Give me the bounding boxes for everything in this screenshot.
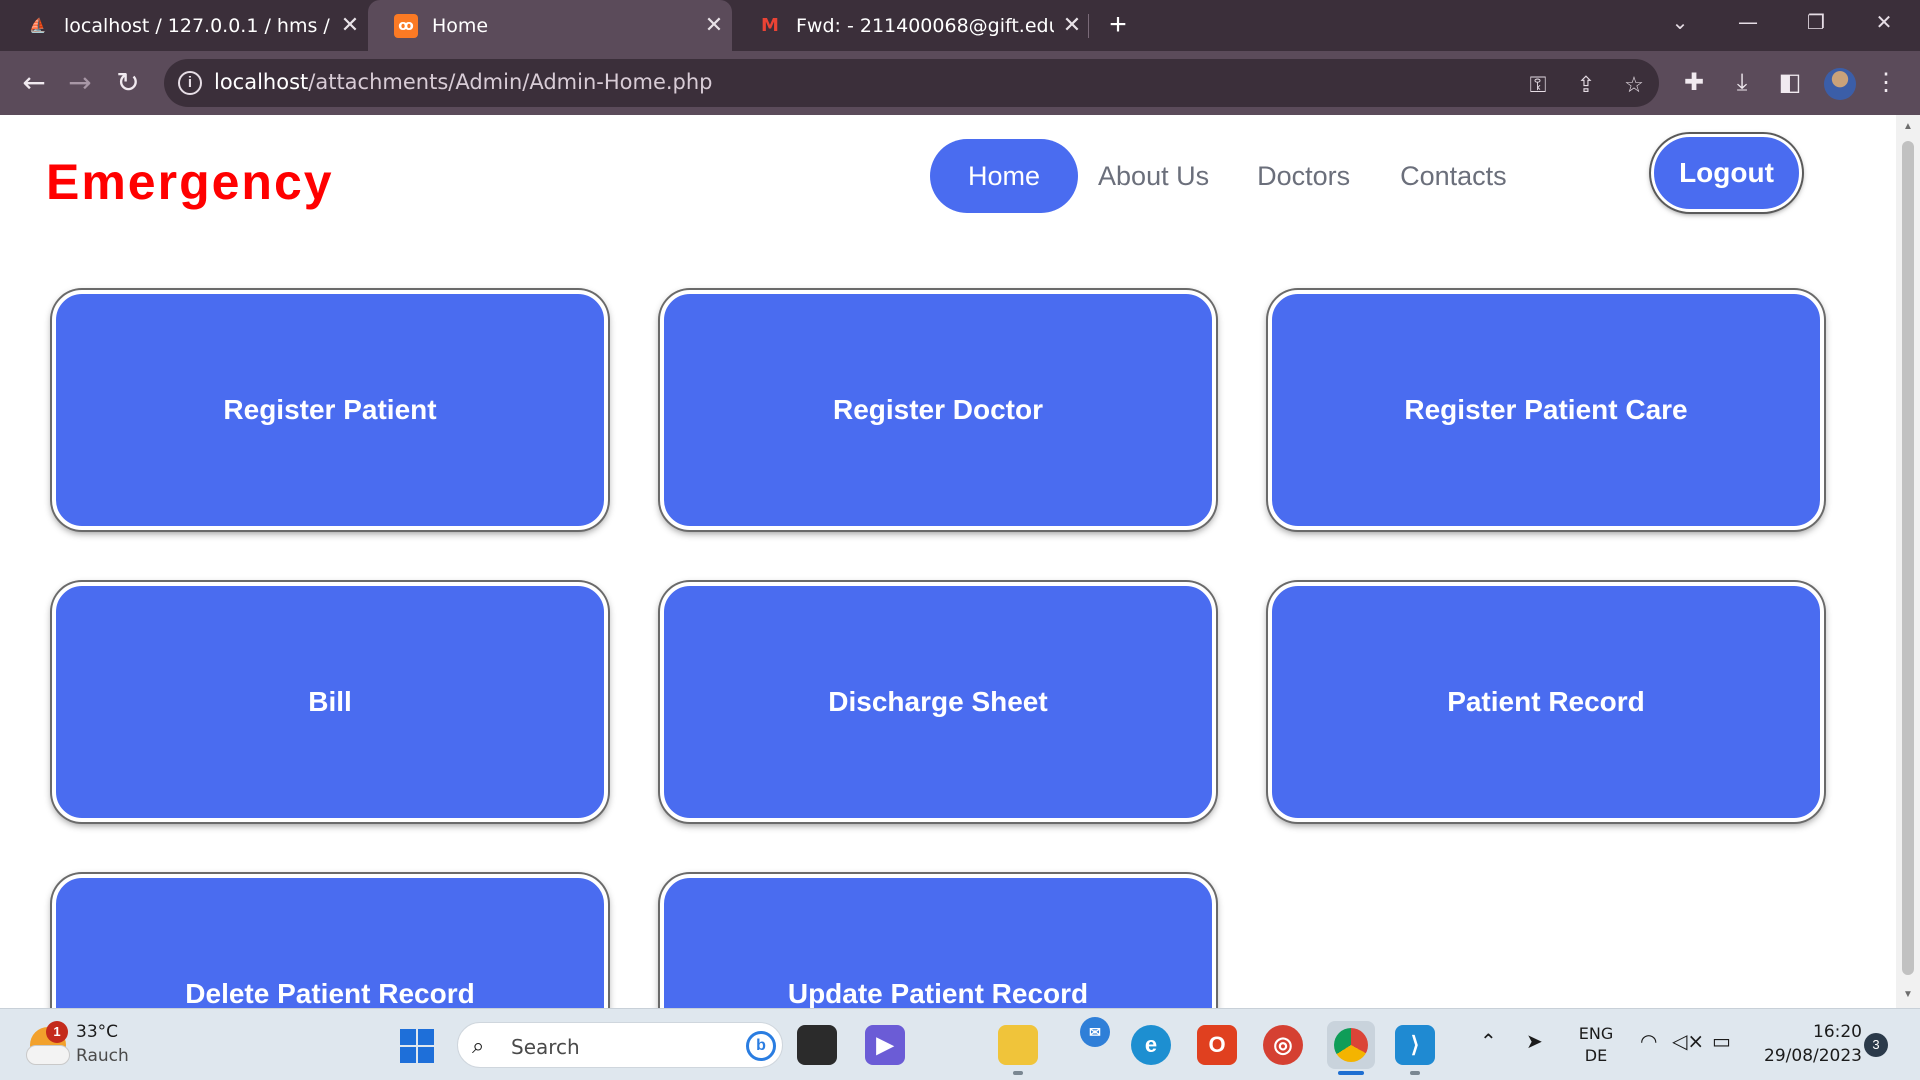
search-placeholder: Search: [511, 1035, 580, 1059]
tab-title: Fwd: - 211400068@gift.edu.pk -: [796, 14, 1054, 37]
tab-home[interactable]: ꝏ Home ✕: [368, 0, 732, 51]
taskbar-search[interactable]: ⌕ Search b: [457, 1022, 783, 1068]
weather-badge: 1: [46, 1021, 68, 1043]
bill-card[interactable]: Bill: [52, 582, 608, 822]
chrome-profile-icon[interactable]: ◎: [1263, 1025, 1303, 1065]
browser-toolbar: ← → ↻ i localhost/attachments/Admin/Admi…: [0, 51, 1920, 115]
bing-icon[interactable]: b: [746, 1031, 776, 1061]
battery-icon[interactable]: ▭: [1712, 1029, 1731, 1053]
forward-icon[interactable]: →: [58, 61, 102, 105]
card-label: Discharge Sheet: [828, 686, 1048, 717]
side-panel-icon[interactable]: ◧: [1768, 61, 1812, 105]
scroll-down-arrow-icon[interactable]: ▼: [1902, 989, 1914, 1000]
site-logo[interactable]: Emergency: [46, 153, 334, 211]
card-label: Register Doctor: [832, 394, 1044, 425]
menu-kebab-icon[interactable]: ⋮: [1864, 61, 1908, 105]
nav-home[interactable]: Home: [930, 139, 1079, 213]
card-label: Patient Record: [1447, 686, 1645, 717]
language-indicator[interactable]: ENG DE: [1578, 1023, 1614, 1067]
register-patient-card[interactable]: Register Patient: [52, 290, 608, 530]
office-icon[interactable]: O: [1197, 1025, 1237, 1065]
chrome-active-icon[interactable]: [1327, 1021, 1375, 1069]
weather-temp[interactable]: 33°C: [76, 1022, 118, 1042]
restore-icon[interactable]: ❐: [1788, 0, 1844, 44]
card-label: Delete Patient Record: [185, 978, 475, 1008]
register-patient-care-card[interactable]: Register Patient Care: [1268, 290, 1824, 530]
download-icon[interactable]: ⤓: [1720, 61, 1764, 105]
running-indicator: [1410, 1071, 1420, 1075]
teams-chat-icon[interactable]: ▶: [865, 1025, 905, 1065]
patient-record-card[interactable]: Patient Record: [1268, 582, 1824, 822]
tab-search-chevron-icon[interactable]: ⌄: [1652, 0, 1708, 44]
card-label: Update Patient Record: [787, 978, 1089, 1008]
search-icon: ⌕: [472, 1033, 485, 1058]
discharge-sheet-card[interactable]: Discharge Sheet: [660, 582, 1216, 822]
avatar[interactable]: [1824, 68, 1856, 100]
star-icon[interactable]: ☆: [1620, 71, 1648, 99]
logout-button[interactable]: Logout: [1651, 134, 1802, 212]
window-close-icon[interactable]: ✕: [1856, 0, 1912, 44]
reload-icon[interactable]: ↻: [106, 61, 150, 105]
new-tab-button[interactable]: +: [1100, 8, 1136, 44]
start-button[interactable]: [400, 1029, 434, 1063]
edge-icon[interactable]: e: [1131, 1025, 1171, 1065]
phpmyadmin-icon: ⛵: [29, 17, 47, 34]
browser-tab-strip: ⛵ localhost / 127.0.0.1 / hms / patie ✕ …: [0, 0, 1920, 51]
tab-phpmyadmin[interactable]: ⛵ localhost / 127.0.0.1 / hms / patie ✕: [0, 0, 368, 51]
tray-chevron-icon[interactable]: ⌃: [1480, 1029, 1497, 1053]
share-icon[interactable]: ⇪: [1572, 71, 1600, 99]
close-icon[interactable]: ✕: [332, 13, 368, 38]
vscode-icon[interactable]: ⟩: [1395, 1025, 1435, 1065]
nav-contacts[interactable]: Contacts: [1375, 139, 1527, 213]
address-bar[interactable]: i localhost/attachments/Admin/Admin-Home…: [164, 59, 1659, 107]
page-viewport: Emergency Home About Us Doctors Contacts…: [0, 115, 1896, 1008]
nav-doctors[interactable]: Doctors: [1229, 139, 1375, 213]
update-patient-record-card[interactable]: Update Patient Record: [660, 874, 1216, 1008]
scrollbar-thumb[interactable]: [1902, 141, 1914, 975]
location-icon[interactable]: ➤: [1526, 1029, 1543, 1053]
mail-icon[interactable]: ✉: [1080, 1017, 1110, 1047]
main-nav: Home About Us Doctors Contacts: [930, 139, 1527, 213]
running-indicator: [1013, 1071, 1023, 1075]
weather-condition[interactable]: Rauch: [76, 1046, 129, 1066]
register-doctor-card[interactable]: Register Doctor: [660, 290, 1216, 530]
notification-badge[interactable]: 3: [1864, 1033, 1888, 1057]
card-label: Bill: [308, 686, 352, 717]
file-explorer-icon[interactable]: [998, 1025, 1038, 1065]
cloud-icon: [26, 1045, 70, 1065]
active-indicator: [1338, 1071, 1364, 1075]
card-label: Register Patient: [223, 394, 437, 425]
scroll-up-arrow-icon[interactable]: ▲: [1902, 121, 1914, 132]
url-text[interactable]: localhost/attachments/Admin/Admin-Home.p…: [214, 70, 713, 94]
gmail-icon: M: [761, 15, 779, 36]
tab-title: localhost / 127.0.0.1 / hms / patie: [64, 14, 332, 37]
close-icon[interactable]: ✕: [696, 13, 732, 38]
windows-taskbar: 1 33°C Rauch ⌕ Search b ▶ ✉ e O ◎ ⟩ ⌃ ➤ …: [0, 1008, 1920, 1080]
extensions-icon[interactable]: ✚: [1672, 61, 1716, 105]
task-view-icon[interactable]: [797, 1025, 837, 1065]
site-info-icon[interactable]: i: [178, 71, 202, 95]
volume-muted-icon[interactable]: ◁×: [1672, 1029, 1704, 1053]
page-scrollbar[interactable]: ▲ ▼: [1896, 115, 1920, 1008]
delete-patient-record-card[interactable]: Delete Patient Record: [52, 874, 608, 1008]
tab-separator: [1088, 14, 1089, 38]
key-icon[interactable]: ⚿: [1524, 71, 1552, 99]
xampp-icon: ꝏ: [394, 13, 418, 38]
minimize-icon[interactable]: —: [1720, 0, 1776, 44]
card-label: Register Patient Care: [1404, 394, 1688, 425]
tab-title: Home: [432, 14, 489, 37]
weather-widget[interactable]: 1: [26, 1021, 74, 1069]
clock[interactable]: 16:20 29/08/2023: [1742, 1020, 1862, 1068]
nav-about-us[interactable]: About Us: [1078, 139, 1229, 213]
close-icon[interactable]: ✕: [1054, 13, 1090, 38]
tab-gmail[interactable]: M Fwd: - 211400068@gift.edu.pk - ✕: [732, 0, 1090, 51]
back-icon[interactable]: ←: [12, 61, 56, 105]
wifi-icon[interactable]: ◠: [1640, 1029, 1657, 1053]
